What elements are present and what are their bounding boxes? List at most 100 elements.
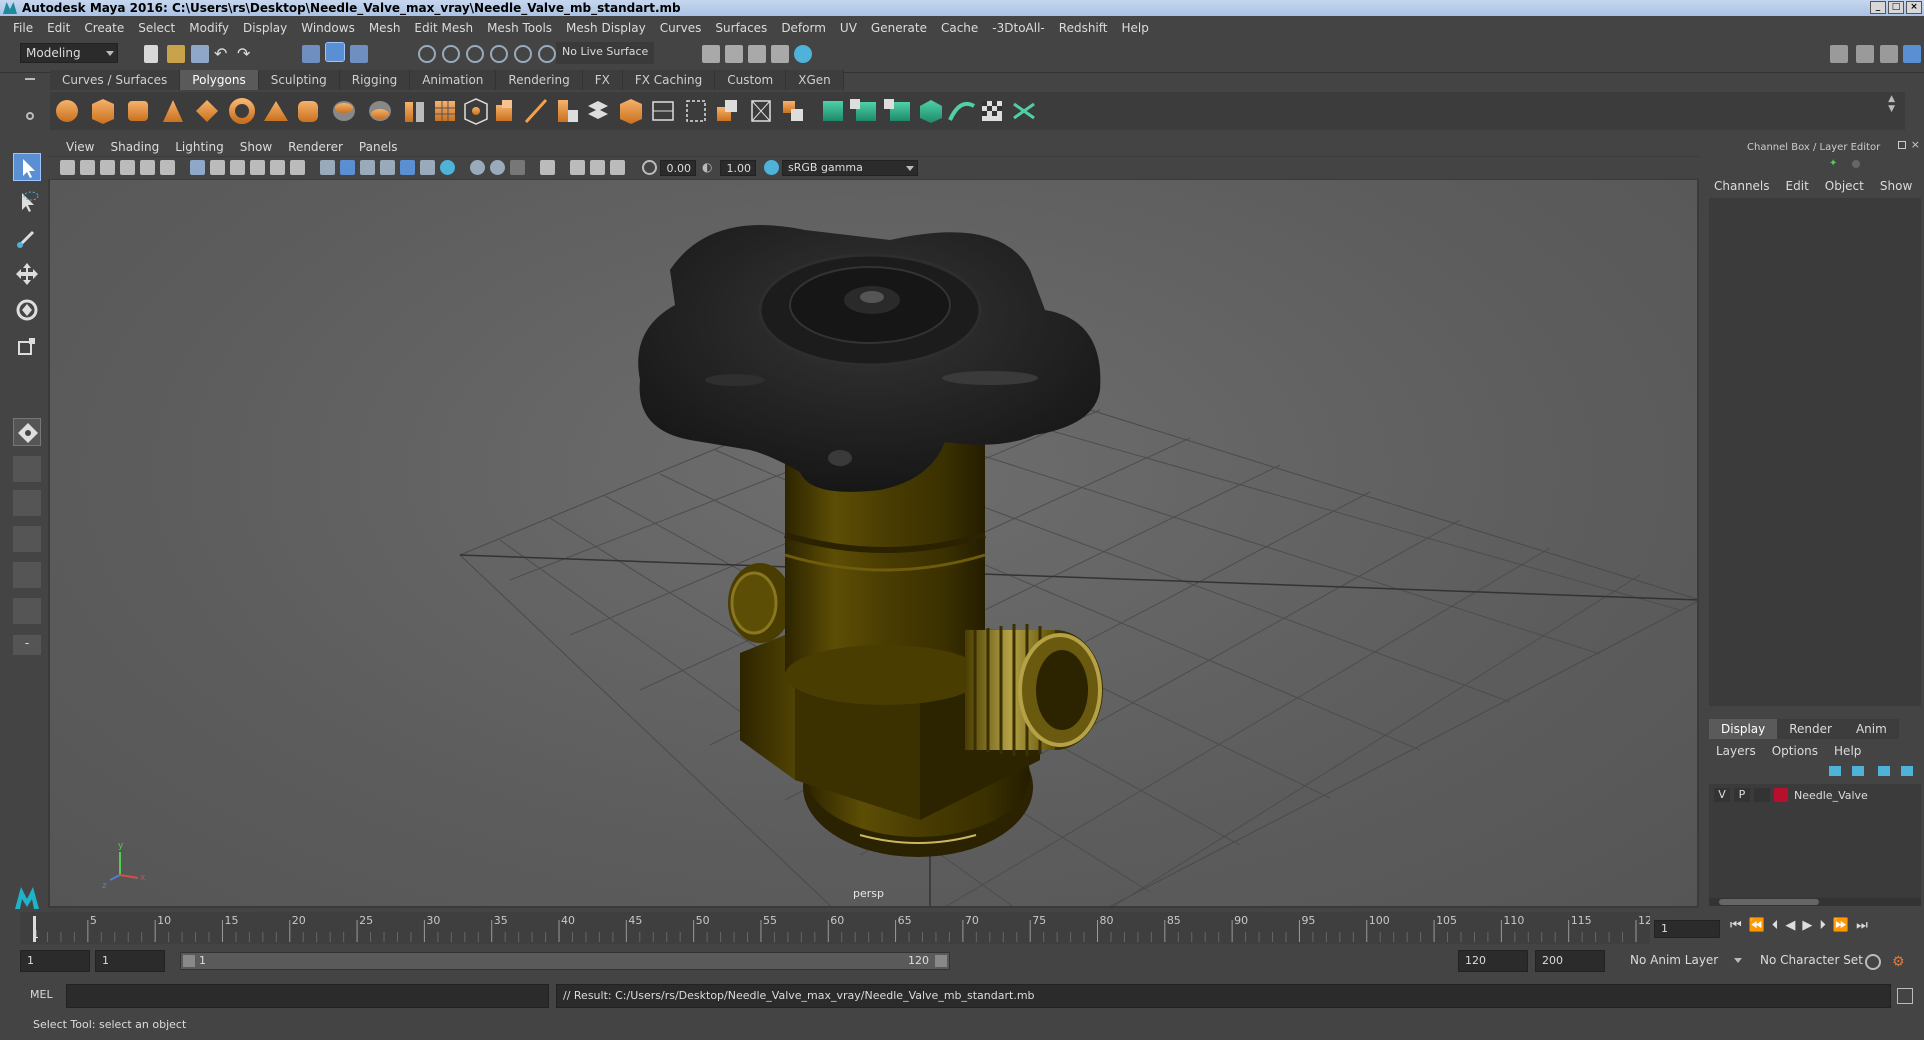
channel-menu-channels[interactable]: Channels — [1714, 179, 1770, 193]
offset-edge-loop-icon[interactable] — [686, 100, 706, 122]
layer-menu-layers[interactable]: Layers — [1716, 744, 1756, 758]
range-slider[interactable]: 1 120 — [180, 952, 950, 970]
hypershade-icon[interactable] — [794, 45, 812, 63]
shelf-tab-rendering[interactable]: Rendering — [496, 70, 583, 90]
command-input[interactable] — [66, 984, 549, 1008]
anim-layer-selector[interactable]: No Anim Layer — [1625, 950, 1745, 972]
snap-together-icon[interactable] — [538, 45, 556, 63]
attribute-editor-toggle-icon[interactable] — [1852, 160, 1860, 168]
new-scene-icon[interactable] — [144, 45, 158, 63]
poly-torus-icon[interactable] — [229, 98, 255, 124]
channel-menu-show[interactable]: Show — [1880, 179, 1912, 193]
combine-icon[interactable] — [333, 101, 355, 121]
perspective-viewport[interactable]: y x z persp — [50, 180, 1697, 906]
viewport-menu-shading[interactable]: Shading — [102, 140, 167, 154]
close-panel-icon[interactable]: × — [1911, 138, 1920, 151]
menu-help[interactable]: Help — [1114, 21, 1155, 35]
menu-cache[interactable]: Cache — [934, 21, 985, 35]
grid-toggle-icon[interactable] — [190, 160, 205, 175]
viewport-menu-renderer[interactable]: Renderer — [280, 140, 351, 154]
range-start-handle[interactable] — [183, 955, 195, 967]
extrude-icon[interactable] — [496, 100, 512, 121]
snap-to-point-icon[interactable] — [466, 45, 484, 63]
select-by-component-icon[interactable] — [350, 45, 368, 63]
new-layer-selected-icon[interactable] — [1901, 766, 1913, 776]
uv-editor-icon[interactable] — [823, 101, 843, 121]
snap-to-surface-icon[interactable] — [514, 45, 532, 63]
go-to-start-icon[interactable]: ⏮ — [1730, 918, 1742, 933]
separate-icon[interactable] — [369, 101, 391, 121]
poly-cone-icon[interactable] — [163, 100, 183, 122]
merge-icon[interactable] — [717, 100, 737, 121]
snap-to-curve-icon[interactable] — [442, 45, 460, 63]
menu-generate[interactable]: Generate — [864, 21, 934, 35]
menu-display[interactable]: Display — [236, 21, 294, 35]
shelf-tab-polygons[interactable]: Polygons — [180, 70, 259, 90]
select-by-object-icon[interactable] — [325, 42, 345, 62]
mode-selector[interactable]: Modeling — [20, 43, 118, 63]
script-language-label[interactable]: MEL — [30, 988, 53, 1001]
shelf-menu-icon[interactable] — [25, 78, 35, 80]
menu-modify[interactable]: Modify — [182, 21, 236, 35]
play-backward-icon[interactable]: ◀ — [1785, 918, 1795, 933]
playback-start-field[interactable]: 1 — [95, 950, 165, 972]
collapse-icon[interactable] — [783, 101, 803, 121]
move-tool-icon[interactable] — [13, 260, 41, 288]
move-layer-up-icon[interactable] — [1829, 766, 1841, 776]
view-transform-selector[interactable]: sRGB gamma — [782, 160, 918, 176]
shelf-settings-gear-icon[interactable] — [26, 112, 34, 120]
menu-select[interactable]: Select — [131, 21, 182, 35]
use-all-lights-icon[interactable] — [400, 160, 415, 175]
layer-row[interactable]: V P Needle_Valve — [1714, 786, 1919, 804]
menu-edit-mesh[interactable]: Edit Mesh — [407, 21, 480, 35]
gamma-field[interactable]: 1.00 — [720, 160, 756, 176]
layer-playback-toggle[interactable]: P — [1734, 788, 1750, 802]
shadows-icon[interactable] — [420, 160, 435, 175]
scale-tool-icon[interactable] — [13, 332, 41, 360]
smooth-shade-icon[interactable] — [340, 160, 355, 175]
poly-cube-icon[interactable] — [92, 99, 114, 124]
new-empty-layer-icon[interactable] — [1878, 766, 1890, 776]
exposure-icon[interactable] — [642, 160, 657, 175]
channel-list[interactable] — [1709, 198, 1921, 706]
exposure-field[interactable]: 0.00 — [660, 160, 696, 176]
script-editor-icon[interactable] — [1897, 988, 1913, 1004]
film-gate-icon[interactable] — [210, 160, 225, 175]
bevel-icon[interactable] — [558, 100, 578, 122]
checker-map-icon[interactable] — [982, 101, 1002, 121]
time-slider[interactable]: 1510152025303540455055606570758085909510… — [20, 912, 1650, 944]
menu-mesh-tools[interactable]: Mesh Tools — [480, 21, 559, 35]
layer-list-scrollbar[interactable] — [1709, 898, 1921, 906]
layout-two-panes-icon[interactable] — [13, 526, 41, 552]
xray-active-components-icon[interactable] — [610, 160, 625, 175]
bookmark-icon[interactable] — [100, 160, 115, 175]
layout-four-panes-icon[interactable] — [13, 490, 41, 516]
target-weld-icon[interactable] — [751, 100, 771, 122]
menu-edit[interactable]: Edit — [40, 21, 77, 35]
open-scene-icon[interactable] — [167, 45, 185, 63]
gamma-icon[interactable]: ◐ — [702, 160, 717, 175]
select-tool-icon[interactable] — [13, 153, 41, 181]
rotate-tool-icon[interactable] — [13, 296, 41, 324]
append-polygon-icon[interactable] — [620, 99, 642, 124]
grease-pencil-icon[interactable] — [160, 160, 175, 175]
shelf-tab-xgen[interactable]: XGen — [786, 70, 844, 90]
menu-uv[interactable]: UV — [833, 21, 864, 35]
isolate-select-icon[interactable] — [540, 160, 555, 175]
live-surface-field[interactable]: No Live Surface — [556, 42, 654, 64]
safe-action-icon[interactable] — [290, 160, 305, 175]
step-back-key-icon[interactable]: ⏪ — [1749, 918, 1765, 933]
character-set-selector[interactable]: No Character Set — [1755, 950, 1870, 972]
multi-cut-icon[interactable] — [524, 98, 548, 124]
cut-uv-edges-icon[interactable] — [1013, 102, 1035, 120]
insert-edge-loop-icon[interactable] — [652, 101, 674, 121]
step-forward-frame-icon[interactable]: ⏵ — [1819, 918, 1826, 933]
spherical-mapping-icon[interactable] — [920, 100, 942, 123]
camera-select-icon[interactable] — [60, 160, 75, 175]
animation-end-field[interactable]: 200 — [1535, 950, 1605, 972]
shelf-tab-sculpting[interactable]: Sculpting — [258, 70, 340, 90]
step-forward-key-icon[interactable]: ⏩ — [1833, 918, 1849, 933]
play-forward-icon[interactable]: ▶ — [1802, 918, 1812, 933]
layout-single-pane-icon[interactable] — [13, 456, 41, 482]
modeling-toolkit-icon[interactable] — [1830, 45, 1848, 63]
